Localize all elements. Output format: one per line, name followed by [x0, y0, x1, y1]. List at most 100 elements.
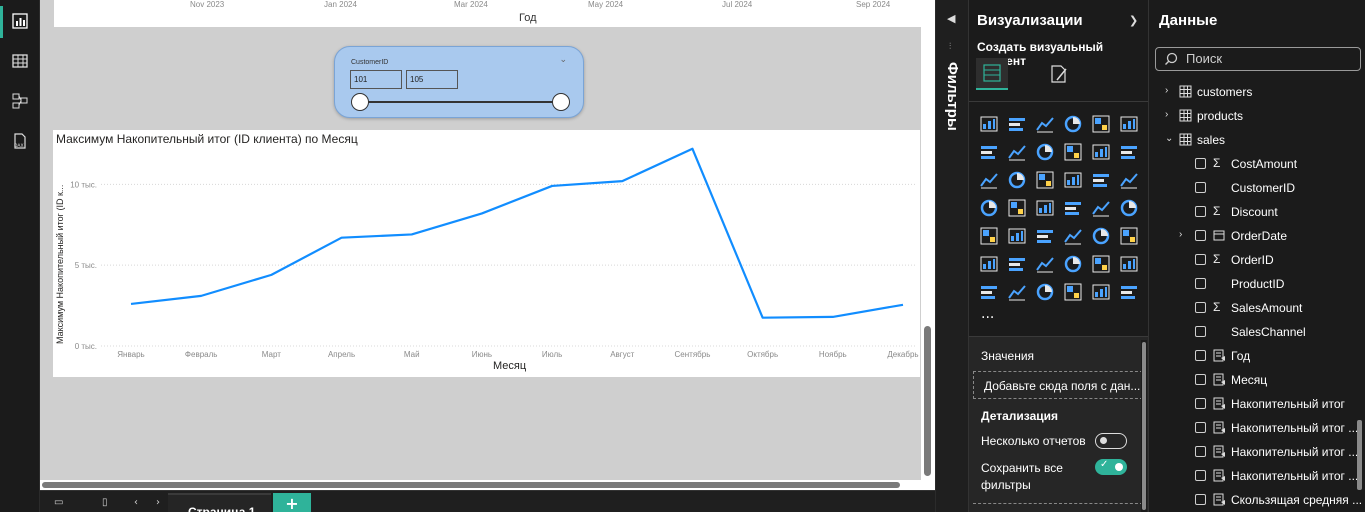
- decomposition-tree-icon[interactable]: [1034, 253, 1056, 275]
- table-node-1[interactable]: › products: [1149, 104, 1365, 128]
- top-chart-visual[interactable]: Nov 2023 Jan 2024 Mar 2024 May 2024 Jul …: [54, 0, 922, 27]
- slicer-max-handle[interactable]: [552, 93, 570, 111]
- stacked-column-icon[interactable]: [1006, 113, 1028, 135]
- page-tab[interactable]: Страница 1: [168, 493, 271, 512]
- more-arrow-icon[interactable]: [1118, 281, 1140, 303]
- table-node-0[interactable]: › customers: [1149, 80, 1365, 104]
- r-visual-icon[interactable]: [1118, 225, 1140, 247]
- canvas-horizontal-scrollbar[interactable]: [40, 480, 921, 490]
- chevron-down-icon[interactable]: ⌄: [1165, 133, 1173, 144]
- matrix-icon[interactable]: [1090, 225, 1112, 247]
- field-row[interactable]: Накопительный итог ...: [1149, 464, 1365, 488]
- prev-page-icon[interactable]: ‹: [134, 497, 138, 508]
- clustered-bar-icon[interactable]: [1034, 113, 1056, 135]
- field-checkbox[interactable]: [1195, 398, 1206, 409]
- field-checkbox[interactable]: [1195, 326, 1206, 337]
- data-point[interactable]: [409, 231, 415, 237]
- data-pane-scrollbar[interactable]: [1357, 420, 1362, 490]
- table-icon[interactable]: [1062, 225, 1084, 247]
- qa-icon[interactable]: [1062, 253, 1084, 275]
- field-row[interactable]: Σ Discount: [1149, 200, 1365, 224]
- data-point[interactable]: [198, 293, 204, 299]
- field-row[interactable]: Скользящая средняя ...: [1149, 488, 1365, 512]
- treemap-icon[interactable]: [978, 197, 1000, 219]
- slicer-min-handle[interactable]: [351, 93, 369, 111]
- 100-column-icon[interactable]: [1118, 113, 1140, 135]
- search-input[interactable]: Поиск: [1155, 47, 1361, 71]
- filter-settings-icon[interactable]: ⫶: [949, 42, 951, 52]
- ribbon-icon[interactable]: [1062, 141, 1084, 163]
- 100-bar-icon[interactable]: [1090, 113, 1112, 135]
- data-point[interactable]: [339, 235, 345, 241]
- field-checkbox[interactable]: [1195, 278, 1206, 289]
- data-point[interactable]: [689, 146, 695, 152]
- field-checkbox[interactable]: [1195, 230, 1206, 241]
- values-drop-zone[interactable]: Добавьте сюда поля с дан...: [973, 371, 1143, 399]
- table-node-2[interactable]: ⌄ sales: [1149, 128, 1365, 152]
- field-row[interactable]: Накопительный итог: [1149, 392, 1365, 416]
- power-apps-icon[interactable]: [1034, 281, 1056, 303]
- scroll-thumb[interactable]: [924, 326, 931, 476]
- field-row[interactable]: ProductID: [1149, 272, 1365, 296]
- line-chart-icon[interactable]: [978, 141, 1000, 163]
- cross-report-toggle[interactable]: [1095, 433, 1127, 449]
- desktop-layout-icon[interactable]: ▭: [54, 497, 63, 508]
- stacked-area-icon[interactable]: [1034, 141, 1056, 163]
- field-row[interactable]: Σ CostAmount: [1149, 152, 1365, 176]
- diamond-icon[interactable]: [1090, 281, 1112, 303]
- data-point[interactable]: [268, 272, 274, 278]
- field-row[interactable]: Месяц: [1149, 368, 1365, 392]
- build-visual-tab[interactable]: [976, 58, 1008, 90]
- data-point[interactable]: [128, 301, 134, 307]
- metrics-icon[interactable]: [1062, 281, 1084, 303]
- field-checkbox[interactable]: [1195, 206, 1206, 217]
- mobile-layout-icon[interactable]: ▯: [102, 497, 108, 508]
- data-point[interactable]: [549, 183, 555, 189]
- field-checkbox[interactable]: [1195, 374, 1206, 385]
- series-line[interactable]: [130, 147, 904, 319]
- funnel-icon[interactable]: [1034, 169, 1056, 191]
- report-canvas[interactable]: Nov 2023 Jan 2024 Mar 2024 May 2024 Jul …: [40, 0, 935, 490]
- line-chart-visual[interactable]: Максимум Накопительный итог (ID клиента)…: [53, 130, 920, 377]
- field-checkbox[interactable]: [1195, 158, 1206, 169]
- slicer-track[interactable]: [360, 101, 562, 103]
- data-point[interactable]: [479, 210, 485, 216]
- chevron-right-icon[interactable]: ›: [1179, 229, 1182, 240]
- add-page-button[interactable]: +: [273, 493, 311, 512]
- chevron-down-icon[interactable]: ⌄: [559, 55, 567, 65]
- slicer-icon[interactable]: [1034, 225, 1056, 247]
- format-visual-tab[interactable]: [1043, 58, 1075, 90]
- field-checkbox[interactable]: [1195, 254, 1206, 265]
- data-point[interactable]: [900, 302, 906, 308]
- donut-icon[interactable]: [1118, 169, 1140, 191]
- field-checkbox[interactable]: [1195, 302, 1206, 313]
- field-checkbox[interactable]: [1195, 446, 1206, 457]
- scroll-thumb[interactable]: [42, 482, 900, 488]
- customer-id-slicer[interactable]: CustomerID ⌄ 101 105: [334, 46, 584, 118]
- pie-icon[interactable]: [1090, 169, 1112, 191]
- data-point[interactable]: [619, 178, 625, 184]
- field-checkbox[interactable]: [1195, 422, 1206, 433]
- field-row[interactable]: Накопительный итог ...: [1149, 416, 1365, 440]
- python-visual-icon[interactable]: [978, 253, 1000, 275]
- chevron-right-icon[interactable]: ›: [1165, 85, 1168, 96]
- viz-pane-scrollbar[interactable]: [1141, 340, 1147, 512]
- slicer-max-input[interactable]: 105: [406, 70, 458, 89]
- more-visuals-icon[interactable]: ...: [981, 306, 994, 322]
- field-row[interactable]: SalesChannel: [1149, 320, 1365, 344]
- field-checkbox[interactable]: [1195, 470, 1206, 481]
- goals-icon[interactable]: [1118, 253, 1140, 275]
- next-page-icon[interactable]: ›: [156, 497, 160, 508]
- model-view-button[interactable]: [0, 82, 40, 120]
- gauge-icon[interactable]: [1090, 197, 1112, 219]
- field-row[interactable]: Σ SalesAmount: [1149, 296, 1365, 320]
- field-row[interactable]: Накопительный итог ...: [1149, 440, 1365, 464]
- field-checkbox[interactable]: [1195, 350, 1206, 361]
- kpi-icon[interactable]: [1006, 225, 1028, 247]
- narrative-icon[interactable]: [1090, 253, 1112, 275]
- field-row[interactable]: Σ OrderID: [1149, 248, 1365, 272]
- table-view-button[interactable]: [0, 42, 40, 80]
- collapse-pane-icon[interactable]: ❯: [1129, 14, 1138, 27]
- field-row[interactable]: Год: [1149, 344, 1365, 368]
- clustered-column-icon[interactable]: [1062, 113, 1084, 135]
